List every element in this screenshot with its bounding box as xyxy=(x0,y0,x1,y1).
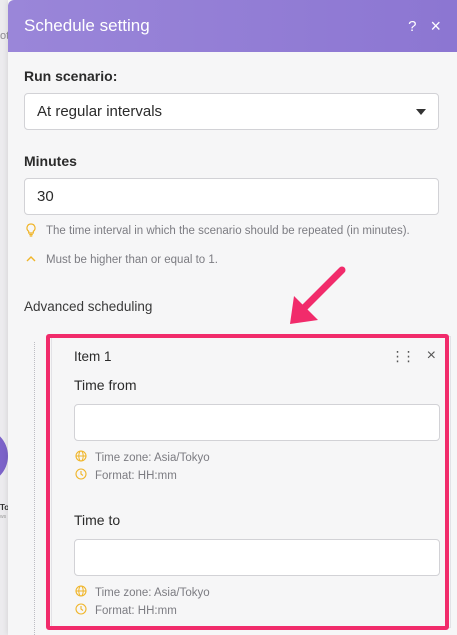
item-header: Item 1 ⋮⋮ × xyxy=(52,337,450,375)
run-scenario-select[interactable]: At regular intervals xyxy=(24,93,439,130)
clock-icon xyxy=(74,602,87,620)
time-to-format-text: Format: HH:mm xyxy=(95,605,177,617)
time-from-label: Time from xyxy=(74,377,137,393)
globe-icon xyxy=(74,449,87,467)
close-icon[interactable]: × xyxy=(430,17,441,35)
run-scenario-label: Run scenario: xyxy=(24,68,118,84)
minutes-hint-text: The time interval in which the scenario … xyxy=(46,225,410,237)
minutes-validation-text: Must be higher than or equal to 1. xyxy=(46,254,218,266)
dialog-header: Schedule setting ? × xyxy=(8,0,457,52)
schedule-item-card: Item 1 ⋮⋮ × Time from Time zone: Asia/To… xyxy=(51,336,451,628)
chevron-down-icon xyxy=(416,108,426,115)
minutes-input[interactable] xyxy=(24,178,439,215)
list-guide xyxy=(34,342,35,635)
chevron-up-icon xyxy=(24,252,38,269)
time-from-timezone: Time zone: Asia/Tokyo xyxy=(74,449,440,467)
time-to-input[interactable] xyxy=(74,539,440,576)
remove-item-icon[interactable]: × xyxy=(427,347,436,365)
time-to-timezone: Time zone: Asia/Tokyo xyxy=(74,584,440,602)
item-actions: ⋮⋮ × xyxy=(391,347,436,365)
time-to-format: Format: HH:mm xyxy=(74,602,440,620)
run-scenario-value: At regular intervals xyxy=(37,103,163,120)
schedule-setting-dialog: Schedule setting ? × Run scenario: At re… xyxy=(8,0,457,635)
time-from-timezone-text: Time zone: Asia/Tokyo xyxy=(95,452,210,464)
time-from-input[interactable] xyxy=(74,404,440,441)
dialog-content: Run scenario: At regular intervals Minut… xyxy=(8,52,457,314)
canvas-module-sublabel: ws xyxy=(0,514,7,520)
clock-icon xyxy=(74,467,87,485)
minutes-label: Minutes xyxy=(24,153,77,169)
dialog-title: Schedule setting xyxy=(24,16,150,35)
minutes-validation: Must be higher than or equal to 1. xyxy=(24,252,439,269)
lightbulb-icon xyxy=(24,223,38,242)
time-to-label: Time to xyxy=(74,512,121,528)
item-title: Item 1 xyxy=(74,348,112,364)
header-actions: ? × xyxy=(408,17,441,35)
advanced-scheduling-label: Advanced scheduling xyxy=(24,299,153,314)
item-body: Time from Time zone: Asia/Tokyo Format: … xyxy=(52,377,450,620)
help-icon[interactable]: ? xyxy=(408,19,416,34)
time-to-timezone-text: Time zone: Asia/Tokyo xyxy=(95,587,210,599)
globe-icon xyxy=(74,584,87,602)
screen: ot To ws Schedule setting ? × Run scenar… xyxy=(0,0,457,635)
drag-handle-icon[interactable]: ⋮⋮ xyxy=(391,348,416,365)
minutes-hint: The time interval in which the scenario … xyxy=(24,223,439,242)
time-from-format: Format: HH:mm xyxy=(74,467,440,485)
time-from-format-text: Format: HH:mm xyxy=(95,470,177,482)
